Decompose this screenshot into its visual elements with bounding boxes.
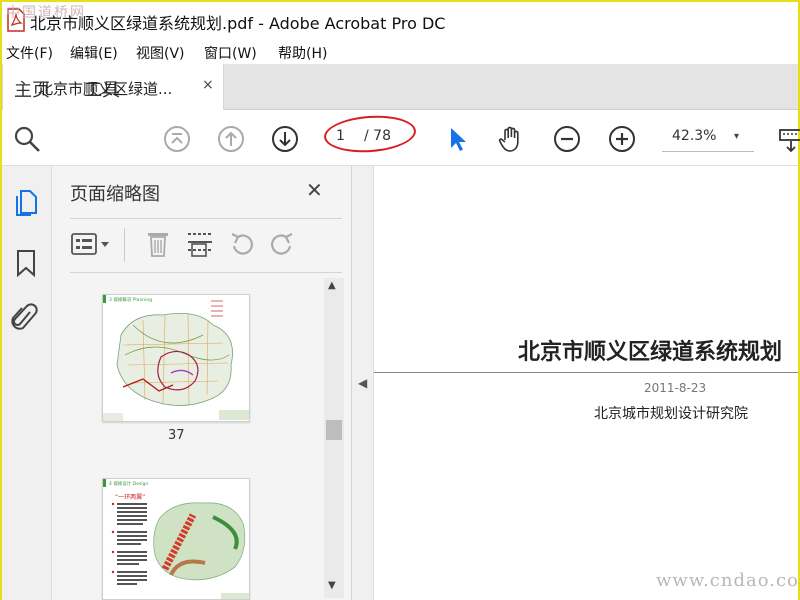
search-zoom-icon[interactable] [12,124,42,154]
panel-collapse-handle[interactable]: ◀ [352,166,374,600]
first-page-icon[interactable] [162,124,192,154]
options-menu-icon[interactable] [70,228,114,260]
thumbnail-37-heading: 3 城规概况 Planning [109,296,152,303]
panel-close-button[interactable]: ✕ [306,178,323,202]
navigation-strip [2,166,52,600]
delete-icon[interactable] [142,228,174,260]
tab-close-button[interactable]: × [202,77,214,93]
tab-document-label: 北京市顺义区绿道... [38,80,173,98]
chevron-down-icon: ▾ [734,131,740,142]
menu-file[interactable]: 文件(F) [6,43,53,63]
tab-bar: 主页 工具 北京市顺义区绿道... × [2,64,798,110]
menu-help[interactable]: 帮助(H) [278,43,327,63]
document-rule [374,372,798,373]
zoom-out-icon[interactable] [552,124,582,154]
document-date: 2011-8-23 [644,381,707,395]
attachment-icon[interactable] [10,302,38,334]
toolbar-divider [124,228,125,262]
divider [70,218,342,219]
zoom-value: 42.3% [672,128,717,144]
scroll-up-icon[interactable]: ▲ [328,280,336,291]
thumbnail-38-map: 4 城规设计 Design “一环两翼” [103,479,249,599]
document-title: 北京市顺义区绿道系统规划 [518,339,783,365]
menu-bar: 文件(F) 编辑(E) 视图(V) 窗口(W) 帮助(H) [2,40,798,64]
thumbnail-38-heading: 4 城规设计 Design [109,480,148,487]
toolbar: 1 / 78 42.3% ▾ [2,110,800,166]
document-organization: 北京城市规划设计研究院 [594,406,748,422]
panel-title: 页面缩略图 [70,184,160,205]
divider [70,272,342,273]
thumbnail-page-number: 37 [168,428,185,443]
scrollbar-thumb[interactable] [326,420,342,440]
prev-page-icon[interactable] [216,124,246,154]
title-bar: 北京市顺义区绿道系统规划.pdf - Adobe Acrobat Pro DC … [2,2,798,40]
rotate-counterclockwise-icon[interactable] [226,228,258,260]
scroll-down-icon[interactable]: ▼ [328,580,336,591]
menu-edit[interactable]: 编辑(E) [70,43,118,63]
thumbnail-38-note: “一环两翼” [115,494,145,501]
zoom-in-icon[interactable] [607,124,637,154]
menu-window[interactable]: 窗口(W) [204,43,257,63]
watermark-bottom-right: www.cndao.com [656,570,798,591]
document-view[interactable]: 北京市顺义区绿道系统规划 2011-8-23 北京城市规划设计研究院 www.c… [374,166,798,600]
next-page-icon[interactable] [270,124,300,154]
window-title: 北京市顺义区绿道系统规划.pdf - Adobe Acrobat Pro DC [30,14,446,33]
zoom-dropdown[interactable]: 42.3% ▾ [662,122,754,152]
insert-page-icon[interactable] [184,228,216,260]
rotate-clockwise-icon[interactable] [266,228,298,260]
thumbnail-scrollbar[interactable]: ▲ ▼ [324,278,344,598]
thumbnail-37-map: 3 城规概况 Planning [103,295,249,421]
page-thumbnails-panel: 页面缩略图 ✕ 3 城规概况 Planning 37 4 城规设计 Design… [52,166,352,600]
select-arrow-icon[interactable] [442,124,472,154]
page-thumbnails-icon[interactable] [12,188,40,218]
hand-icon[interactable] [496,124,526,154]
collapse-left-icon[interactable]: ◀ [358,376,367,390]
bookmark-icon[interactable] [14,248,38,278]
thumbnail-page-37[interactable]: 3 城规概况 Planning [102,294,250,422]
thumbnail-page-38[interactable]: 4 城规设计 Design “一环两翼” [102,478,250,600]
watermark-top-left: 中国道桥网 [6,5,86,21]
menu-view[interactable]: 视图(V) [136,43,185,63]
keyboard-icon[interactable] [778,124,800,154]
